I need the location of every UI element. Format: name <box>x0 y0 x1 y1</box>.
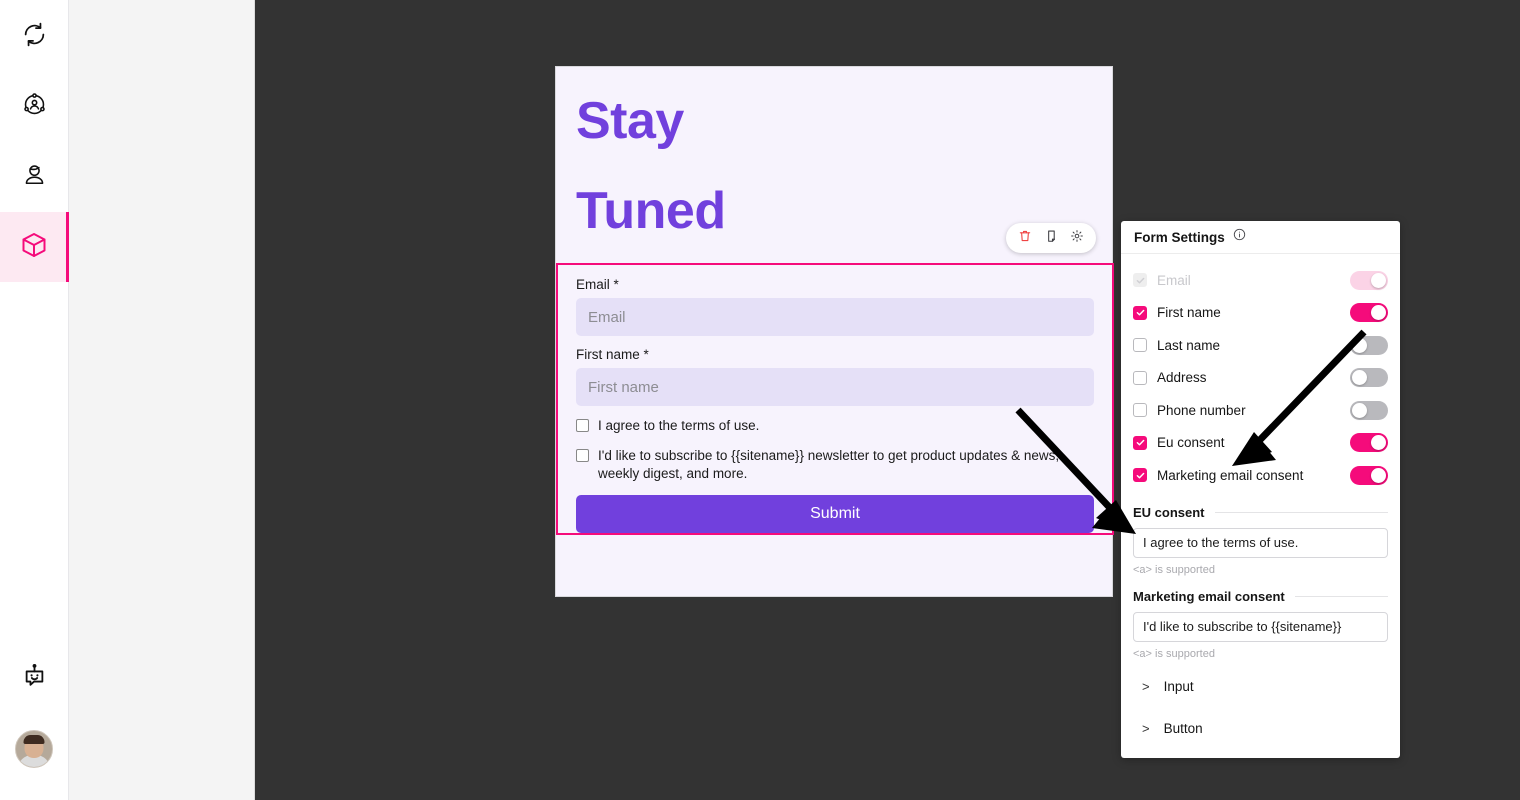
toggle-knob <box>1371 435 1386 451</box>
element-toolbar[interactable] <box>1006 223 1096 253</box>
marketing-consent-text-input[interactable]: I'd like to subscribe to {{sitename}} <box>1133 611 1388 642</box>
field-toggle-email <box>1350 270 1388 290</box>
app-root: Stay Tuned Email * Email First name * Fi… <box>0 0 1520 800</box>
field-label-email: Email <box>1157 272 1191 288</box>
field-toggle-first-name[interactable] <box>1350 303 1388 323</box>
marketing-consent-row[interactable]: I'd like to subscribe to {{sitename}} ne… <box>576 447 1094 483</box>
copy-icon <box>1044 229 1058 248</box>
left-icon-rail <box>0 0 69 800</box>
field-label-address: Address <box>1157 370 1207 386</box>
section-header: Marketing email consent <box>1133 589 1388 604</box>
persona-icon <box>22 162 47 192</box>
field-row-eu-consent[interactable]: Eu consent <box>1133 427 1388 460</box>
eu-consent-hint: <a> is supported <box>1133 563 1215 576</box>
collapse-row-input[interactable]: > Input <box>1133 666 1388 708</box>
trash-icon <box>1018 229 1032 248</box>
hero-heading-line1: Stay <box>576 92 684 150</box>
field-checkbox-marketing-email-consent[interactable] <box>1133 468 1147 483</box>
sidebar-item-assistant[interactable] <box>0 644 69 714</box>
toggle-knob <box>1371 467 1386 483</box>
field-toggle-last-name[interactable] <box>1350 335 1388 355</box>
sync-icon <box>22 22 47 52</box>
field-row-marketing-email-consent[interactable]: Marketing email consent <box>1133 459 1388 492</box>
sidebar-item-persona[interactable] <box>0 142 69 212</box>
email-label: Email * <box>576 277 619 292</box>
field-label-phone-number: Phone number <box>1157 402 1246 418</box>
section-title-marketing-email-consent: Marketing email consent <box>1133 588 1285 604</box>
toggle-knob <box>1371 272 1386 288</box>
form-settings-header: Form Settings <box>1121 221 1400 254</box>
gear-icon <box>1070 229 1084 248</box>
collapse-label-button: Button <box>1163 721 1203 736</box>
secondary-panel <box>69 0 255 800</box>
field-row-first-name[interactable]: First name <box>1133 297 1388 330</box>
terms-checkbox[interactable] <box>576 419 589 432</box>
field-row-last-name[interactable]: Last name <box>1133 329 1388 362</box>
toggle-knob <box>1352 370 1367 386</box>
toggle-knob <box>1352 402 1367 418</box>
audience-icon <box>22 92 47 122</box>
sidebar-item-audience[interactable] <box>0 72 69 142</box>
marketing-consent-label: I'd like to subscribe to {{sitename}} ne… <box>598 447 1060 481</box>
section-title-eu-consent: EU consent <box>1133 504 1205 520</box>
terms-consent-row[interactable]: I agree to the terms of use. <box>576 417 1094 435</box>
duplicate-button[interactable] <box>1041 228 1061 248</box>
field-row-address[interactable]: Address <box>1133 362 1388 395</box>
field-checkbox-phone-number[interactable] <box>1133 403 1147 418</box>
field-label-first-name: First name <box>1157 305 1221 321</box>
toggle-knob <box>1352 337 1367 353</box>
section-divider <box>1294 595 1388 597</box>
chevron-right-icon: > <box>1142 679 1150 694</box>
sidebar-item-account[interactable] <box>0 714 69 784</box>
field-checkbox-email <box>1133 273 1147 288</box>
form-settings-body: Email First name Last name Address Phone… <box>1121 254 1400 758</box>
terms-consent-label: I agree to the terms of use. <box>598 418 760 433</box>
section-divider <box>1214 511 1388 513</box>
field-toggle-eu-consent[interactable] <box>1350 433 1388 453</box>
chevron-right-icon: > <box>1142 721 1150 736</box>
field-label-marketing-email-consent: Marketing email consent <box>1157 467 1304 483</box>
form-settings-panel: Form Settings Email First name Last name… <box>1121 221 1400 758</box>
field-label-eu-consent: Eu consent <box>1157 435 1225 451</box>
avatar-hair <box>23 735 45 744</box>
marketing-consent-hint: <a> is supported <box>1133 647 1215 660</box>
panel-title: Form Settings <box>1134 229 1225 245</box>
bot-icon <box>21 663 48 695</box>
field-checkbox-eu-consent[interactable] <box>1133 435 1147 450</box>
sidebar-item-sync[interactable] <box>0 2 69 72</box>
field-checkbox-address[interactable] <box>1133 370 1147 385</box>
section-header: EU consent <box>1133 505 1388 520</box>
sidebar-item-blocks[interactable] <box>0 212 69 282</box>
field-row-phone-number[interactable]: Phone number <box>1133 394 1388 427</box>
field-toggle-marketing-email-consent[interactable] <box>1350 465 1388 485</box>
delete-button[interactable] <box>1015 228 1035 248</box>
section-marketing-email-consent: Marketing email consent I'd like to subs… <box>1133 589 1388 660</box>
field-toggle-phone-number[interactable] <box>1350 400 1388 420</box>
marketing-checkbox[interactable] <box>576 448 589 462</box>
field-label-last-name: Last name <box>1157 337 1221 353</box>
email-input[interactable]: Email <box>576 298 1094 336</box>
section-eu-consent: EU consent I agree to the terms of use. … <box>1133 505 1388 576</box>
collapse-label-input: Input <box>1163 679 1194 694</box>
first-name-label: First name * <box>576 347 649 362</box>
settings-button[interactable] <box>1067 228 1087 248</box>
cube-icon <box>20 231 48 264</box>
first-name-input[interactable]: First name <box>576 368 1094 406</box>
submit-button[interactable]: Submit <box>576 494 1094 533</box>
avatar[interactable] <box>15 730 53 768</box>
eu-consent-text-input[interactable]: I agree to the terms of use. <box>1133 527 1388 558</box>
field-toggle-address[interactable] <box>1350 368 1388 388</box>
toggle-knob <box>1371 305 1386 321</box>
form-block[interactable]: Email * Email First name * First name I … <box>556 263 1114 535</box>
page-preview-card: Stay Tuned Email * Email First name * Fi… <box>555 66 1114 597</box>
field-checkbox-last-name[interactable] <box>1133 338 1147 353</box>
field-row-email[interactable]: Email <box>1133 264 1388 297</box>
field-checkbox-first-name[interactable] <box>1133 305 1147 320</box>
info-icon[interactable] <box>1233 228 1246 246</box>
collapse-row-button[interactable]: > Button <box>1133 708 1388 750</box>
